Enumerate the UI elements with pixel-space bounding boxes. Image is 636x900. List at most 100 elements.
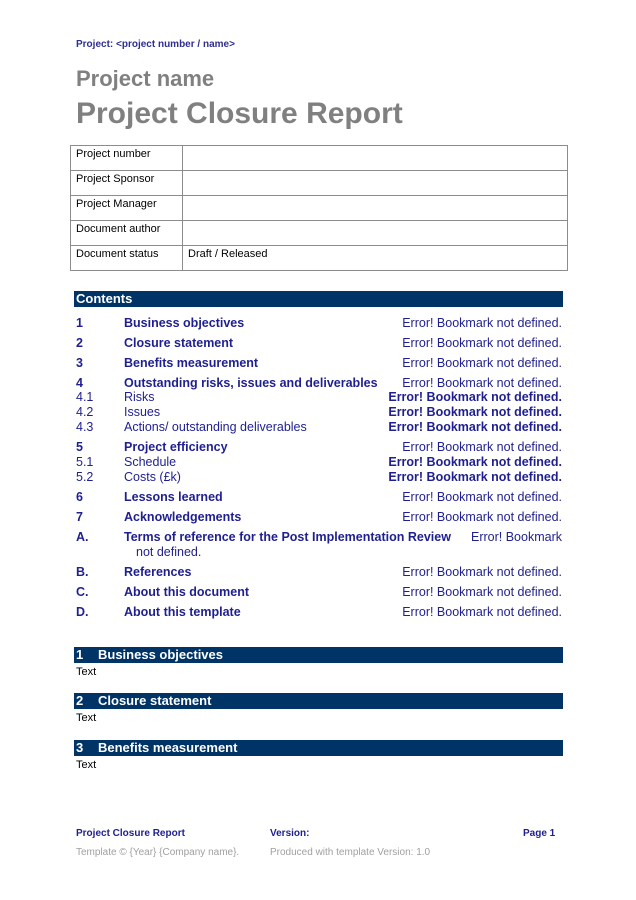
row-value[interactable] (182, 195, 568, 221)
section-title: Benefits measurement (98, 740, 238, 755)
toc-entry[interactable]: 5.1 Schedule Error! Bookmark not defined. (76, 455, 562, 470)
section-body: Text (76, 759, 97, 771)
row-label: Project Manager (70, 195, 183, 221)
toc-title[interactable]: Actions/ outstanding deliverables (124, 420, 307, 435)
toc-number: D. (76, 605, 89, 619)
toc-number: 3 (76, 356, 83, 370)
table-row: Project Sponsor (70, 170, 568, 196)
toc-title[interactable]: Schedule (124, 455, 176, 470)
toc-number: 4.2 (76, 405, 94, 419)
toc-title[interactable]: Issues (124, 405, 160, 420)
footer-copyright: Template © {Year} {Company name}. (76, 847, 240, 858)
toc-page: Error! Bookmark not defined. (402, 440, 562, 454)
toc-number: B. (76, 565, 89, 579)
toc-number: 5 (76, 440, 83, 454)
toc-entry[interactable]: 2 Closure statement Error! Bookmark not de… (76, 336, 562, 351)
toc-title[interactable]: Benefits measurement (124, 356, 258, 371)
toc-title[interactable]: Business objectives (124, 316, 244, 331)
toc-page: Error! Bookmark not defined. (402, 316, 562, 330)
contents-heading: Contents (74, 291, 563, 307)
row-label: Document author (70, 220, 183, 246)
toc-entry[interactable]: 7 Acknowledgements Error! Bookmark not def… (76, 510, 562, 525)
row-value[interactable] (182, 170, 568, 196)
toc-page-wrap: not defined. (136, 545, 202, 559)
toc-title[interactable]: Project efficiency (124, 440, 228, 455)
toc-page: Error! Bookmark not defined. (402, 605, 562, 619)
footer-template-version: Produced with template Version: 1.0 (270, 847, 431, 858)
toc-number: 7 (76, 510, 83, 524)
project-reference-header: Project: <project number / name> (76, 39, 235, 50)
row-value[interactable]: Draft / Released (182, 245, 568, 271)
toc-page: Error! Bookmark not defined. (388, 420, 562, 434)
toc-number: 6 (76, 490, 83, 504)
toc-page: Error! Bookmark not defined. (402, 490, 562, 504)
toc-page: Error! Bookmark not defined. (402, 336, 562, 350)
toc-page: Error! Bookmark not defined. (388, 405, 562, 419)
toc-entry[interactable]: B. References Error! Bookmark not defined. (76, 565, 562, 580)
toc-number: 4.1 (76, 390, 94, 404)
toc-title[interactable]: Lessons learned (124, 490, 223, 505)
row-label: Project Sponsor (70, 170, 183, 196)
toc-entry[interactable]: 3 Benefits measurement Error! Bookmark not… (76, 356, 562, 371)
toc-page: Error! Bookmark not defined. (388, 470, 562, 484)
toc-page: Error! Bookmark not defined. (402, 510, 562, 524)
section-title: Closure statement (98, 693, 212, 708)
footer-version-label: Version: (270, 828, 310, 839)
toc-number: 5.1 (76, 455, 94, 469)
document-title: Project Closure Report (76, 97, 403, 130)
toc-page: Error! Bookmark not defined. (388, 455, 562, 469)
row-label: Document status (70, 245, 183, 271)
toc-title[interactable]: Terms of reference for the Post Implemen… (124, 530, 451, 545)
toc-entry[interactable]: C. About this document Error! Bookmark not… (76, 585, 562, 600)
toc-page: Error! Bookmark not defined. (402, 376, 562, 390)
toc-title[interactable]: Closure statement (124, 336, 233, 351)
section-number: 3 (76, 740, 84, 755)
table-row: Document status Draft / Released (70, 245, 568, 271)
toc-title[interactable]: Acknowledgements (124, 510, 241, 525)
toc-number: 4 (76, 376, 83, 390)
section-body: Text (76, 712, 97, 724)
table-row: Project number (70, 145, 568, 171)
toc-title[interactable]: Risks (124, 390, 155, 405)
toc-title[interactable]: References (124, 565, 191, 580)
footer-page-number: Page 1 (523, 828, 556, 839)
section-number: 2 (76, 693, 84, 708)
section-heading-benefits-measurement: 3 Benefits measurement (74, 740, 563, 756)
table-row: Document author (70, 220, 568, 246)
toc-entry[interactable]: A. Terms of reference for the Post Implem… (76, 530, 562, 559)
toc-entry[interactable]: 1 Business objectives Error! Bookmark not … (76, 316, 562, 331)
row-value[interactable] (182, 145, 568, 171)
toc-page: Error! Bookmark (471, 530, 562, 544)
toc-entry[interactable]: D. About this template Error! Bookmark not… (76, 605, 562, 620)
section-heading-closure-statement: 2 Closure statement (74, 693, 563, 709)
toc-page: Error! Bookmark not defined. (402, 585, 562, 599)
row-label: Project number (70, 145, 183, 171)
toc-entry[interactable]: 5 Project efficiency Error! Bookmark not d… (76, 440, 562, 455)
section-number: 1 (76, 647, 84, 662)
project-info-table: Project number Project Sponsor Project M… (70, 145, 568, 271)
toc-page: Error! Bookmark not defined. (388, 390, 562, 404)
toc-entry[interactable]: 4.2 Issues Error! Bookmark not defined. (76, 405, 562, 420)
toc-title[interactable]: About this document (124, 585, 249, 600)
toc-number: 5.2 (76, 470, 94, 484)
section-title: Business objectives (98, 647, 223, 662)
footer-document-name: Project Closure Report (76, 828, 185, 839)
row-value[interactable] (182, 220, 568, 246)
toc-number: A. (76, 530, 89, 544)
toc-entry[interactable]: 4.3 Actions/ outstanding deliverables Erro… (76, 420, 562, 435)
toc-number: 1 (76, 316, 83, 330)
toc-number: 2 (76, 336, 83, 350)
toc-entry[interactable]: 4.1 Risks Error! Bookmark not defined. (76, 390, 562, 405)
toc-number: C. (76, 585, 89, 599)
toc-title[interactable]: About this template (124, 605, 241, 620)
toc-entry[interactable]: 6 Lessons learned Error! Bookmark not defi… (76, 490, 562, 505)
toc-title[interactable]: Costs (£k) (124, 470, 181, 485)
toc-number: 4.3 (76, 420, 94, 434)
section-heading-business-objectives: 1 Business objectives (74, 647, 563, 663)
toc-page: Error! Bookmark not defined. (402, 565, 562, 579)
toc-entry[interactable]: 4 Outstanding risks, issues and deliverab… (76, 376, 562, 391)
toc-title[interactable]: Outstanding risks, issues and deliverabl… (124, 376, 378, 391)
toc-entry[interactable]: 5.2 Costs (£k) Error! Bookmark not defined… (76, 470, 562, 485)
table-row: Project Manager (70, 195, 568, 221)
toc-page: Error! Bookmark not defined. (402, 356, 562, 370)
